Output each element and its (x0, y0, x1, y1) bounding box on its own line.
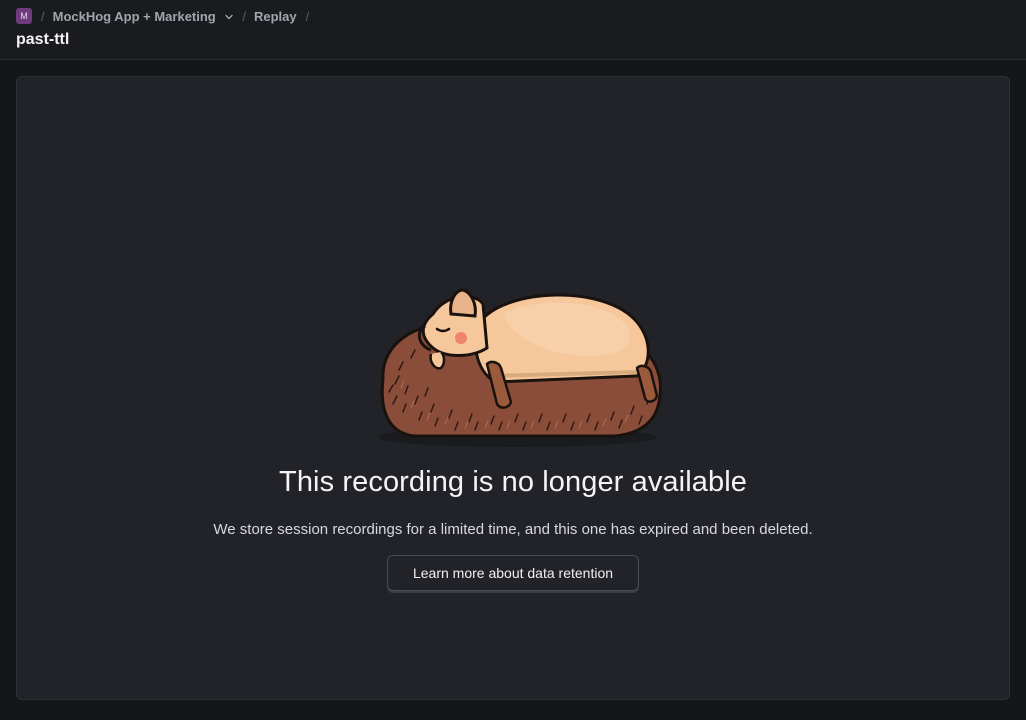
empty-state-headline: This recording is no longer available (279, 466, 747, 498)
breadcrumb-separator: / (41, 8, 45, 24)
page-title[interactable]: past-ttl (16, 31, 69, 49)
breadcrumb: M / MockHog App + Marketing / Replay / (16, 7, 317, 25)
project-avatar[interactable]: M (16, 8, 32, 24)
breadcrumb-separator: / (305, 8, 310, 24)
project-name: MockHog App + Marketing (52, 8, 216, 24)
project-switcher[interactable]: MockHog App + Marketing (53, 9, 234, 24)
chevron-down-icon (225, 13, 234, 21)
learn-more-data-retention-button[interactable]: Learn more about data retention (387, 555, 639, 591)
sleeping-hedgehog-illustration (375, 284, 665, 452)
empty-state-description: We store session recordings for a limite… (213, 521, 813, 538)
breadcrumb-replay[interactable]: Replay (254, 9, 297, 24)
top-bar: M / MockHog App + Marketing / Replay / p… (0, 0, 1026, 60)
empty-state-card: This recording is no longer available We… (16, 76, 1010, 700)
breadcrumb-separator: / (242, 8, 246, 24)
